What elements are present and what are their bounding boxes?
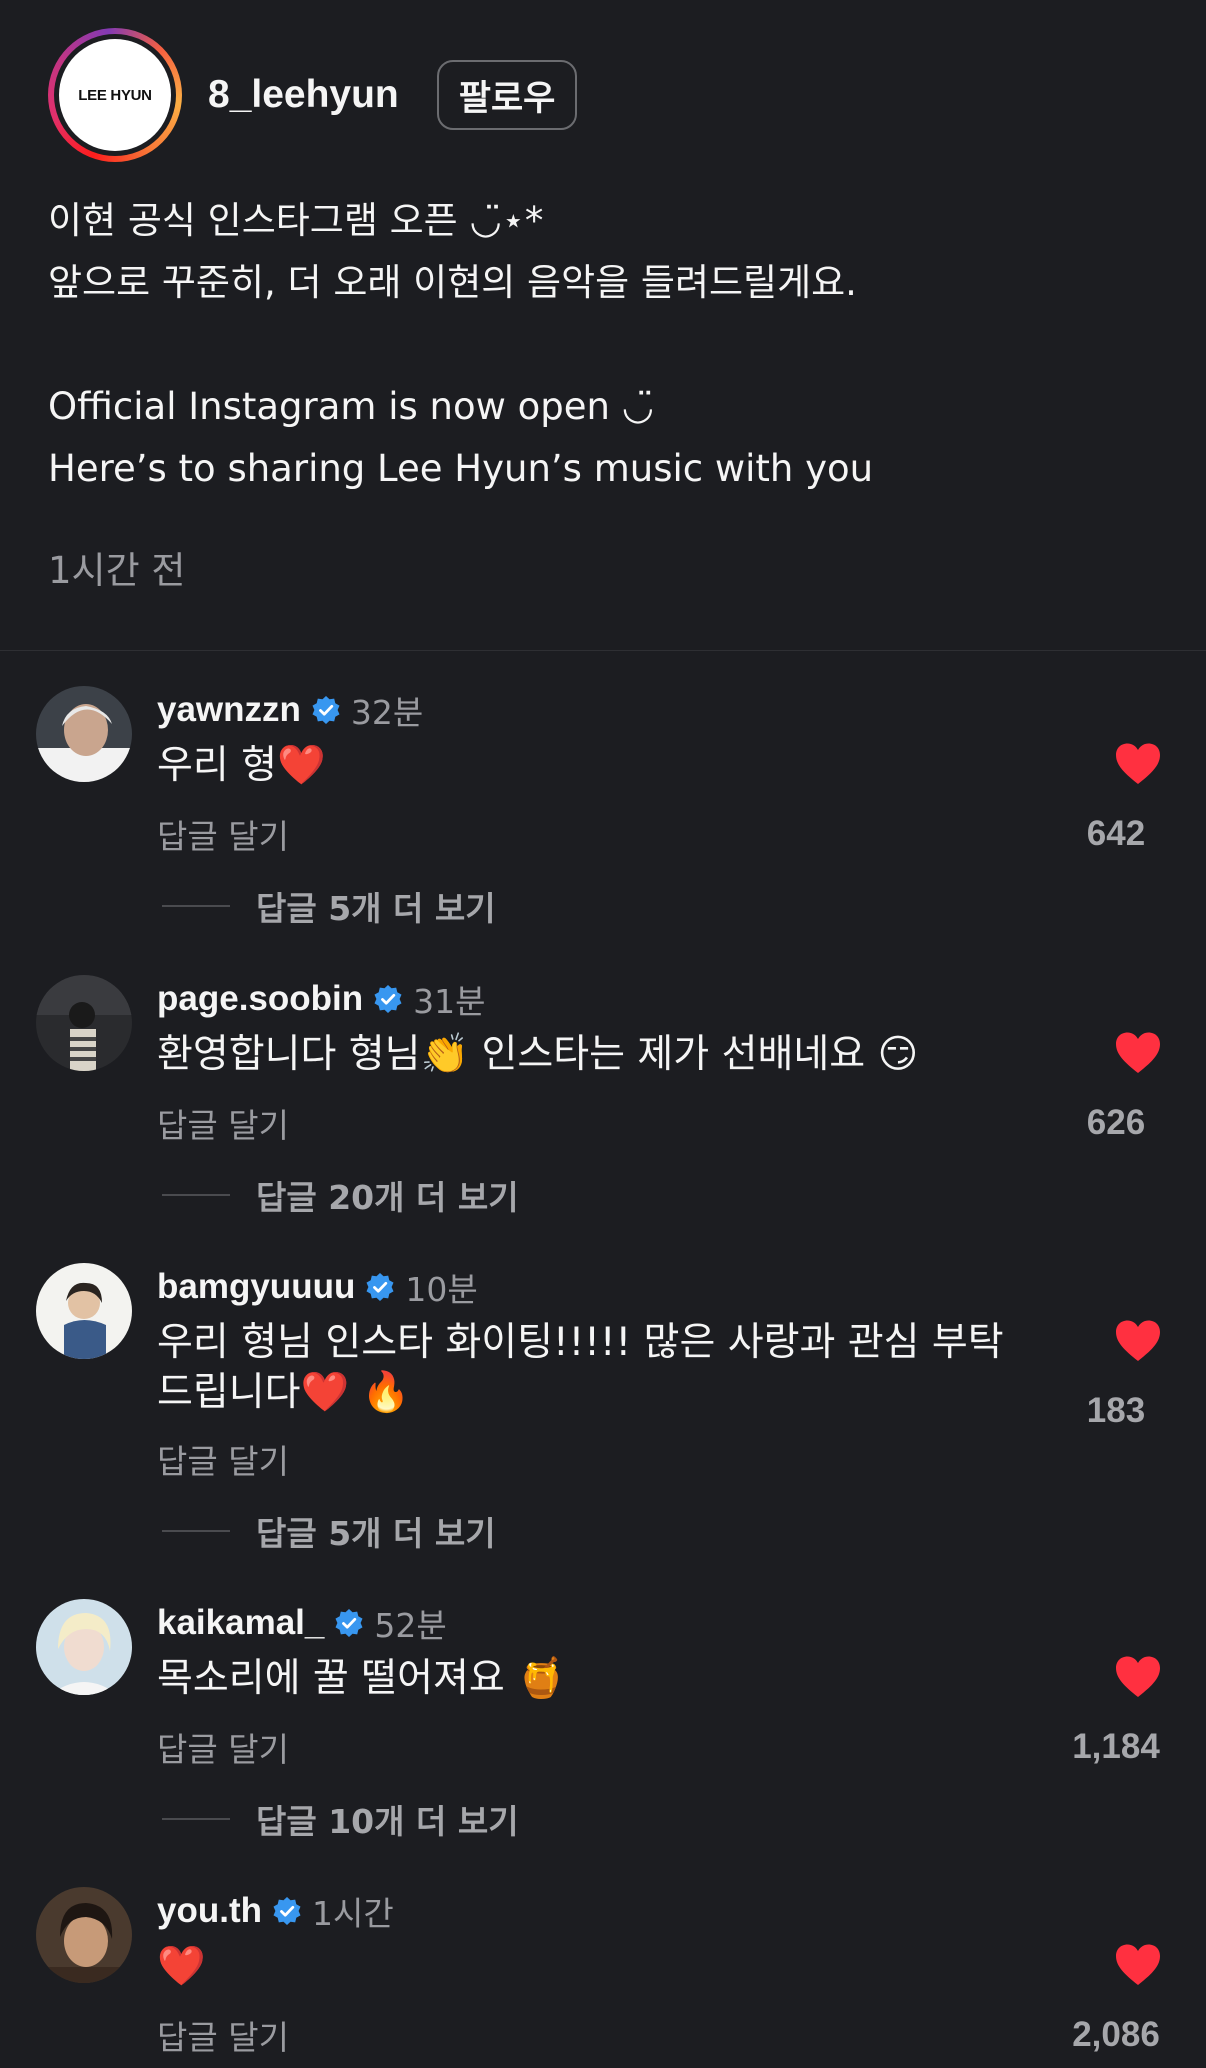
- commenter-username[interactable]: kaikamal_: [157, 1603, 324, 1643]
- comment-text: 환영합니다 형님👏 인스타는 제가 선배네요 😏: [157, 1032, 919, 1077]
- verified-badge-icon: [273, 1897, 301, 1925]
- comment-text: 우리 형님 인스타 화이팅!!!!! 많은 사랑과 관심 부탁드립니다❤️ 🔥: [157, 1320, 1004, 1415]
- heart-filled-icon[interactable]: [1114, 1943, 1162, 1987]
- section-divider: [0, 650, 1206, 651]
- post-caption: 이현 공식 인스타그램 오픈 ◡̈⋆* 앞으로 꾸준히, 더 오래 이현의 음악…: [48, 190, 1158, 500]
- like-count: 183: [1086, 1391, 1146, 1430]
- view-more-replies[interactable]: 답글 10개 더 보기: [162, 1795, 519, 1843]
- commenter-username[interactable]: page.soobin: [157, 979, 363, 1019]
- view-more-replies-label: 답글 10개 더 보기: [256, 1802, 519, 1841]
- heart-filled-icon[interactable]: [1114, 1031, 1162, 1075]
- reply-button[interactable]: 답글 달기: [157, 1435, 289, 1483]
- view-more-replies[interactable]: 답글 5개 더 보기: [162, 882, 496, 930]
- heart-filled-icon[interactable]: [1114, 1319, 1162, 1363]
- verified-badge-icon: [366, 1273, 394, 1301]
- comment-text: ❤️: [157, 1944, 206, 1989]
- verified-badge-icon: [312, 696, 340, 724]
- view-more-replies-label: 답글 5개 더 보기: [256, 889, 496, 928]
- comment-time: 52분: [374, 1606, 447, 1645]
- heart-filled-icon[interactable]: [1114, 742, 1162, 786]
- commenter-username[interactable]: you.th: [157, 1891, 262, 1931]
- commenter-avatar[interactable]: [36, 975, 132, 1071]
- caption-line: Official Instagram is now open ◡̈: [48, 385, 655, 428]
- commenter-avatar[interactable]: [36, 1599, 132, 1695]
- view-more-replies[interactable]: 답글 5개 더 보기: [162, 1507, 496, 1555]
- comment-text: 우리 형❤️: [157, 743, 326, 788]
- comment-time: 31분: [413, 982, 486, 1021]
- verified-badge-icon: [374, 985, 402, 1013]
- caption-line: 앞으로 꾸준히, 더 오래 이현의 음악을 들려드릴게요.: [48, 261, 857, 304]
- view-more-replies-label: 답글 20개 더 보기: [256, 1178, 519, 1217]
- like-count: 2,086: [1072, 2015, 1160, 2054]
- profile-avatar: LEE HYUN: [59, 39, 171, 151]
- heart-filled-icon[interactable]: [1114, 1655, 1162, 1699]
- reply-button[interactable]: 답글 달기: [157, 1723, 289, 1771]
- commenter-username[interactable]: bamgyuuuu: [157, 1267, 355, 1307]
- like-count: 1,184: [1072, 1727, 1160, 1766]
- reply-button[interactable]: 답글 달기: [157, 1099, 289, 1147]
- caption-line: Here’s to sharing Lee Hyun’s music with …: [48, 447, 874, 490]
- view-more-replies[interactable]: 답글 20개 더 보기: [162, 1171, 519, 1219]
- caption-line: 이현 공식 인스타그램 오픈 ◡̈⋆*: [48, 199, 544, 242]
- commenter-avatar[interactable]: [36, 686, 132, 782]
- post-header: LEE HYUN 8_leehyun 팔로우: [48, 28, 578, 162]
- reply-button[interactable]: 답글 달기: [157, 2011, 289, 2059]
- comment-time: 32분: [350, 693, 424, 732]
- commenter-avatar[interactable]: [36, 1263, 132, 1359]
- commenter-avatar[interactable]: [36, 1887, 132, 1983]
- like-count: 642: [1086, 814, 1146, 853]
- comment-time: 10분: [405, 1270, 478, 1309]
- like-count: 626: [1086, 1103, 1146, 1142]
- commenter-username[interactable]: yawnzzn: [157, 690, 301, 730]
- verified-badge-icon: [335, 1609, 363, 1637]
- comment-time: 1시간: [311, 1894, 394, 1933]
- post-timestamp: 1시간 전: [48, 549, 186, 592]
- story-ring[interactable]: LEE HYUN: [48, 28, 182, 162]
- view-more-replies-label: 답글 5개 더 보기: [256, 1514, 496, 1553]
- comment-text: 목소리에 꿀 떨어져요 🍯: [157, 1656, 566, 1701]
- follow-button[interactable]: 팔로우: [436, 60, 578, 130]
- reply-button[interactable]: 답글 달기: [157, 810, 289, 858]
- post-username[interactable]: 8_leehyun: [208, 73, 399, 117]
